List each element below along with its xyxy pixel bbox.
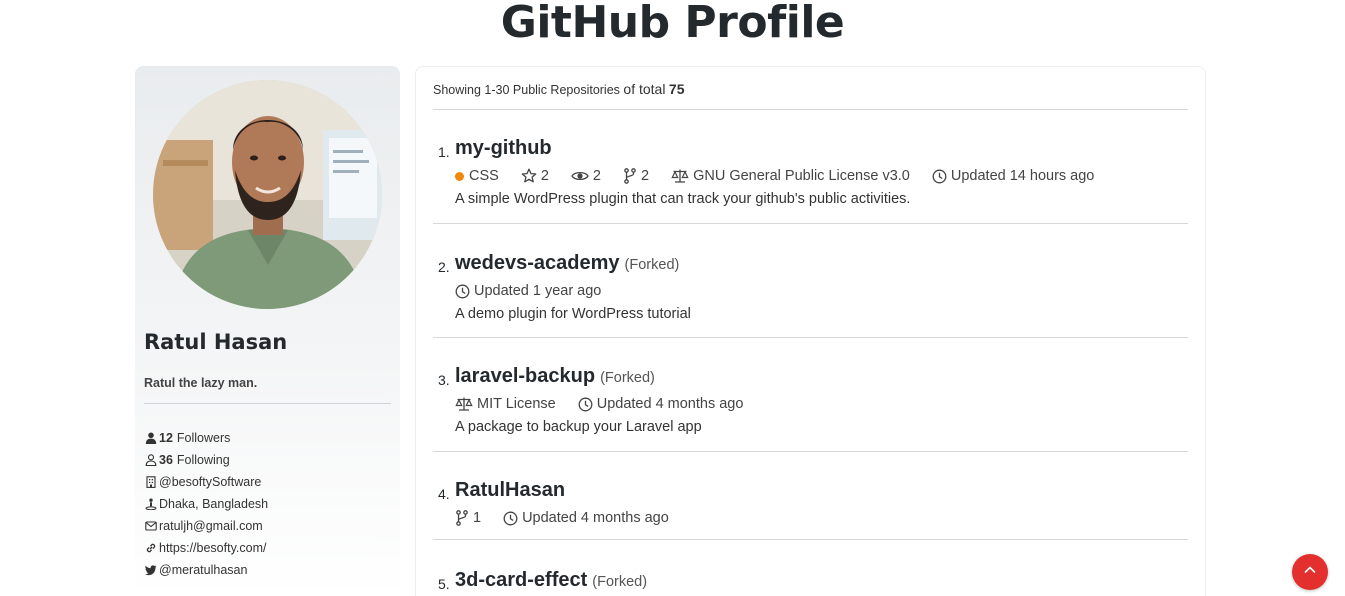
page-title: GitHub Profile: [500, 0, 845, 48]
repo-updated-label: Updated 14 hours ago: [950, 168, 1095, 184]
person-pin-icon: [144, 497, 158, 511]
repo-name-link[interactable]: wedevs-academy: [455, 252, 620, 275]
company-text: @besoftySoftware: [159, 475, 262, 489]
scale-icon: [455, 396, 473, 412]
repo-name-link[interactable]: 3d-card-effect: [455, 569, 587, 592]
profile-name: Ratul Hasan: [144, 330, 288, 354]
repo-forks-count: 2: [640, 168, 650, 184]
repo-forks: 2: [623, 168, 649, 184]
repo-meta: MIT License Updated 4 months ago: [433, 394, 1188, 414]
location-item: Dhaka, Bangladesh: [144, 493, 268, 515]
eye-icon: [571, 168, 589, 184]
repo-license-label: GNU General Public License v3.0: [693, 168, 910, 184]
twitter-icon: [144, 563, 158, 577]
twitter-text: @meratulhasan: [159, 563, 248, 577]
website-item[interactable]: https://besofty.com/: [144, 537, 268, 559]
following-count: 36: [159, 453, 173, 467]
repo-name-link[interactable]: laravel-backup: [455, 365, 595, 388]
clock-icon: [578, 397, 593, 412]
repo-item: 2. wedevs-academy (Forked) Updated 1 yea…: [433, 224, 1188, 338]
repo-stars: 2: [521, 168, 549, 184]
link-icon: [144, 541, 158, 555]
repo-item: 4. RatulHasan 1 Updated 4 months ago: [433, 452, 1188, 540]
repo-license: MIT License: [455, 396, 556, 412]
forked-tag: (Forked): [592, 574, 648, 590]
repo-name-link[interactable]: my-github: [455, 137, 552, 160]
user-solid-icon: [144, 431, 158, 445]
email-text: ratuljh@gmail.com: [159, 519, 263, 533]
fork-icon: [623, 168, 637, 184]
repo-updated-label: Updated 1 year ago: [474, 283, 602, 299]
repo-forks-count: 1: [473, 510, 482, 526]
repo-description: A simple WordPress plugin that can track…: [455, 191, 911, 207]
followers-count: 12: [159, 431, 173, 445]
repo-meta: Updated 1 year ago: [433, 281, 1188, 301]
repo-watchers: 2: [571, 168, 601, 184]
profile-meta-list: 12 Followers 36 Following @besoftySoftwa…: [144, 427, 268, 581]
repo-watchers-count: 2: [592, 168, 601, 184]
repo-summary: Showing 1-30 Public Repositories of tota…: [433, 81, 685, 97]
repo-number: 5.: [438, 576, 450, 592]
profile-divider: [144, 403, 391, 404]
profile-bio: Ratul the lazy man.: [144, 376, 258, 390]
email-item[interactable]: ratuljh@gmail.com: [144, 515, 268, 537]
summary-divider: [433, 109, 1188, 110]
repo-license: GNU General Public License v3.0: [671, 168, 910, 184]
followers-label: Followers: [176, 431, 231, 445]
repo-item: 5. 3d-card-effect (Forked): [433, 540, 1188, 596]
repo-updated: Updated 4 months ago: [503, 510, 669, 526]
repo-meta: 1 Updated 4 months ago: [433, 508, 1188, 528]
repo-number: 4.: [438, 486, 450, 502]
repo-license-label: MIT License: [477, 396, 556, 412]
company-item: @besoftySoftware: [144, 471, 268, 493]
location-text: Dhaka, Bangladesh: [159, 497, 269, 511]
repo-updated-label: Updated 4 months ago: [522, 510, 669, 526]
repo-name-link[interactable]: RatulHasan: [455, 479, 565, 502]
followers-item[interactable]: 12 Followers: [144, 427, 268, 449]
language-dot: [455, 171, 464, 181]
repo-summary-prefix: Showing 1-30 Public Repositories: [433, 83, 620, 97]
forked-tag: (Forked): [624, 257, 680, 273]
forked-tag: (Forked): [600, 370, 655, 386]
scroll-to-top-button[interactable]: [1292, 554, 1328, 590]
repo-summary-middle: of total: [623, 81, 666, 97]
star-icon: [521, 168, 537, 184]
profile-card: Ratul Hasan Ratul the lazy man. 12 Follo…: [135, 66, 400, 596]
scale-icon: [671, 168, 689, 184]
repo-number: 3.: [438, 372, 450, 388]
repo-description: A package to backup your Laravel app: [455, 419, 702, 435]
repo-meta: CSS 2 2 2 GNU General Public License v3.…: [433, 166, 1188, 186]
repo-number: 1.: [438, 144, 450, 160]
repo-item: 3. laravel-backup (Forked) MIT License U…: [433, 338, 1188, 452]
repo-updated: Updated 1 year ago: [455, 283, 601, 299]
repo-updated-label: Updated 4 months ago: [596, 396, 744, 412]
building-icon: [144, 475, 158, 489]
repo-forks: 1: [455, 510, 481, 526]
envelope-icon: [144, 519, 158, 533]
clock-icon: [503, 511, 518, 526]
website-text: https://besofty.com/: [159, 541, 267, 555]
repo-stars-count: 2: [540, 168, 549, 184]
user-outline-icon: [144, 453, 158, 467]
following-label: Following: [176, 453, 230, 467]
repo-updated: Updated 14 hours ago: [932, 168, 1095, 184]
fork-icon: [455, 510, 469, 526]
following-item[interactable]: 36 Following: [144, 449, 268, 471]
repo-panel: Showing 1-30 Public Repositories of tota…: [415, 66, 1206, 596]
repo-language: CSS: [455, 168, 499, 184]
repo-summary-total: 75: [668, 81, 685, 97]
repo-updated: Updated 4 months ago: [578, 396, 744, 412]
clock-icon: [455, 284, 470, 299]
repo-item: 1. my-github CSS 2 2 2 GNU General Publi…: [433, 133, 1188, 224]
clock-icon: [932, 169, 947, 184]
avatar: [153, 80, 382, 309]
repo-list: 1. my-github CSS 2 2 2 GNU General Publi…: [433, 133, 1188, 596]
repo-description: A demo plugin for WordPress tutorial: [455, 306, 691, 322]
repo-number: 2.: [438, 259, 450, 275]
twitter-item[interactable]: @meratulhasan: [144, 559, 268, 581]
chevron-up-icon: [1302, 562, 1318, 583]
repo-language-label: CSS: [469, 168, 499, 184]
